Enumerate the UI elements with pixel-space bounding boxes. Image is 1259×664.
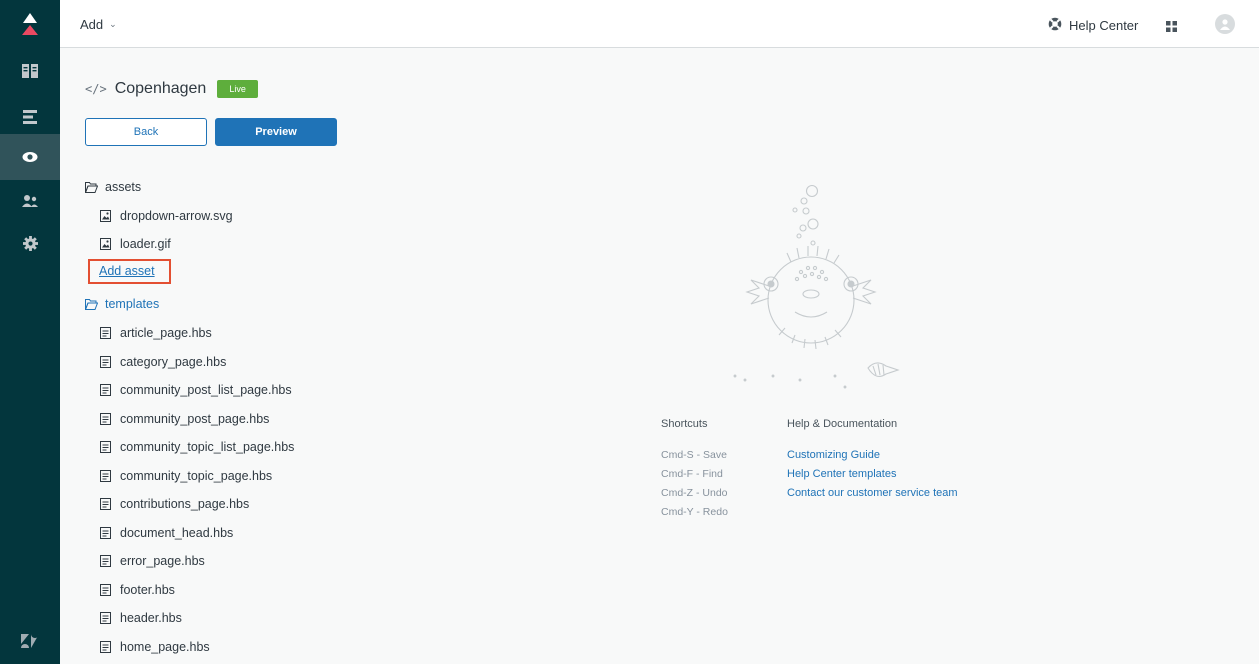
text-file-icon: [100, 469, 114, 482]
file-item[interactable]: community_post_page.hbs: [100, 409, 269, 429]
file-name: community_post_page.hbs: [120, 411, 270, 426]
text-file-icon: [100, 412, 114, 425]
shortcut-item: Cmd-Z - Undo: [661, 487, 728, 499]
product-sidebar: [0, 0, 60, 664]
file-name: category_page.hbs: [120, 354, 227, 369]
chevron-down-icon: ⌄: [109, 19, 117, 29]
user-avatar[interactable]: [1215, 14, 1235, 34]
sidebar-item-customize-design[interactable]: [0, 134, 60, 180]
file-item[interactable]: dropdown-arrow.svg: [100, 206, 233, 226]
text-file-icon: [100, 612, 114, 624]
zendesk-logo-button[interactable]: [0, 618, 60, 664]
text-file-icon: [100, 384, 114, 396]
user-permissions-icon: [22, 194, 38, 208]
add-asset-link[interactable]: Add asset: [99, 264, 155, 278]
file-name: header.hbs: [120, 611, 182, 625]
file-item[interactable]: loader.gif: [100, 234, 171, 254]
folder-label: templates: [105, 297, 160, 311]
image-file-icon: [100, 210, 114, 222]
eye-icon: [22, 151, 38, 163]
file-name: community_post_list_page.hbs: [120, 383, 292, 397]
file-name: footer.hbs: [120, 582, 175, 597]
file-item[interactable]: community_topic_list_page.hbs: [100, 437, 294, 457]
help-center-label: Help Center: [1069, 18, 1139, 33]
text-file-icon: [100, 355, 114, 368]
help-docs-title: Help & Documentation: [787, 418, 898, 430]
theme-name: Copenhagen: [114, 80, 207, 97]
text-file-icon: [100, 441, 114, 453]
shortcut-item: Cmd-F - Find: [661, 468, 723, 480]
shortcuts-title: Shortcuts: [661, 418, 708, 430]
zendesk-logo-icon: [21, 634, 39, 648]
file-name: home_page.hbs: [120, 639, 210, 654]
folder-templates[interactable]: templates: [85, 294, 159, 314]
file-name: error_page.hbs: [120, 554, 205, 568]
top-bar: Add ⌄ Help Center: [60, 0, 1259, 48]
status-badge: Live: [217, 80, 258, 98]
text-file-icon: [100, 327, 114, 339]
gear-icon: [22, 235, 38, 251]
help-center-link[interactable]: Help Center: [1048, 17, 1138, 34]
file-item[interactable]: community_topic_page.hbs: [100, 466, 272, 486]
file-name: loader.gif: [120, 237, 171, 251]
lifebuoy-icon: [1048, 17, 1062, 34]
customizing-guide-link[interactable]: Customizing Guide: [787, 449, 880, 461]
file-item[interactable]: article_page.hbs: [100, 323, 212, 343]
code-icon: </>: [85, 82, 107, 96]
help-center-templates-link[interactable]: Help Center templates: [787, 468, 896, 480]
file-item[interactable]: error_page.hbs: [100, 551, 205, 571]
back-button[interactable]: Back: [85, 118, 207, 146]
shortcut-item: Cmd-Y - Redo: [661, 506, 728, 518]
theme-header: </> Copenhagen Live: [85, 80, 258, 98]
file-item[interactable]: contributions_page.hbs: [100, 494, 249, 514]
contact-support-link[interactable]: Contact our customer service team: [787, 487, 958, 499]
file-name: dropdown-arrow.svg: [120, 209, 233, 223]
sidebar-item-user-permissions[interactable]: [0, 178, 60, 224]
file-item[interactable]: footer.hbs: [100, 580, 175, 600]
file-name: document_head.hbs: [120, 525, 234, 540]
folder-open-icon: [85, 181, 99, 193]
add-menu-button[interactable]: Add ⌄: [80, 17, 117, 32]
text-file-icon: [100, 640, 114, 653]
preview-button[interactable]: Preview: [215, 118, 337, 146]
user-silhouette-icon: [1220, 19, 1230, 30]
sidebar-item-settings[interactable]: [0, 220, 60, 266]
file-item[interactable]: header.hbs: [100, 608, 182, 628]
file-name: article_page.hbs: [120, 326, 212, 340]
product-tray-icon[interactable]: [1166, 19, 1177, 37]
file-item[interactable]: document_head.hbs: [100, 523, 233, 543]
text-file-icon: [100, 583, 114, 596]
file-name: community_topic_list_page.hbs: [120, 440, 295, 454]
guide-logo-button[interactable]: [0, 2, 60, 48]
add-menu-label: Add: [80, 17, 104, 32]
file-name: community_topic_page.hbs: [120, 468, 273, 483]
folder-open-icon: [85, 298, 99, 310]
text-file-icon: [100, 498, 114, 510]
image-file-icon: [100, 238, 114, 250]
file-item[interactable]: category_page.hbs: [100, 352, 226, 372]
pufferfish-illustration: [725, 180, 915, 400]
file-name: contributions_page.hbs: [120, 497, 250, 511]
knowledge-base-icon: [22, 64, 38, 78]
shortcut-item: Cmd-S - Save: [661, 449, 727, 461]
folder-assets[interactable]: assets: [85, 177, 141, 197]
text-file-icon: [100, 526, 114, 539]
file-item[interactable]: home_page.hbs: [100, 637, 210, 657]
folder-label: assets: [105, 180, 142, 194]
file-item[interactable]: community_post_list_page.hbs: [100, 380, 292, 400]
zendesk-guide-logo-icon: [20, 11, 40, 39]
arrange-content-icon: [23, 110, 37, 124]
sidebar-item-knowledge-base[interactable]: [0, 48, 60, 94]
text-file-icon: [100, 555, 114, 567]
